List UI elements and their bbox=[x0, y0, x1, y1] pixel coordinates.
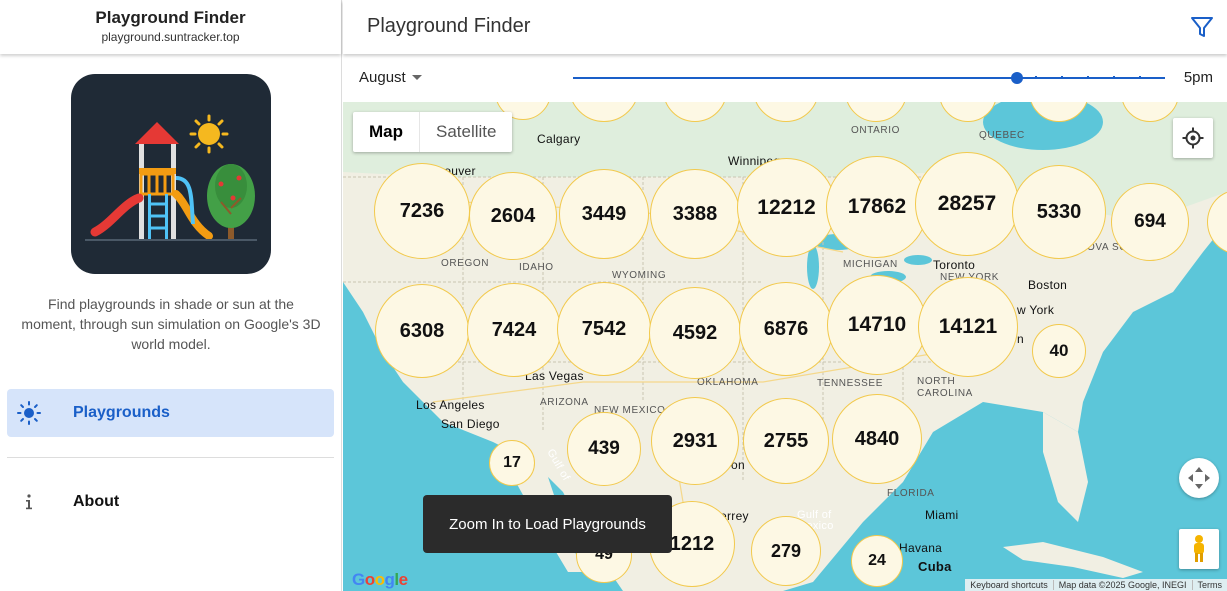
cluster-marker[interactable]: 2755 bbox=[743, 398, 829, 484]
map-type-map-button[interactable]: Map bbox=[353, 112, 419, 152]
map-attribution: Keyboard shortcuts Map data ©2025 Google… bbox=[965, 579, 1227, 591]
app-description: Find playgrounds in shade or sun at the … bbox=[21, 296, 321, 352]
pegman-icon bbox=[1194, 535, 1204, 562]
map-label: FLORIDA bbox=[887, 488, 935, 499]
page-title: Playground Finder bbox=[367, 15, 531, 37]
map-data-credit: Map data ©2025 Google, INEGI bbox=[1052, 580, 1192, 590]
cluster-marker[interactable]: 6876 bbox=[739, 282, 833, 376]
cluster-marker[interactable]: 5330 bbox=[1012, 165, 1106, 259]
map-type-satellite-button[interactable]: Satellite bbox=[419, 112, 512, 152]
map-label: Cuba bbox=[918, 559, 952, 574]
map-label: QUEBEC bbox=[979, 130, 1025, 141]
map-label: San Diego bbox=[441, 417, 500, 431]
move-arrows-icon bbox=[1188, 467, 1210, 489]
map-label: Boston bbox=[1028, 278, 1068, 292]
keyboard-shortcuts-link[interactable]: Keyboard shortcuts bbox=[965, 580, 1053, 590]
map-type-toggle: Map Satellite bbox=[353, 112, 513, 152]
zoom-in-toast: Zoom In to Load Playgrounds bbox=[423, 495, 672, 553]
cluster-marker[interactable]: 24 bbox=[851, 535, 903, 587]
locate-me-button[interactable] bbox=[1173, 118, 1213, 158]
sun-illustration bbox=[189, 114, 229, 154]
map-label: Havana bbox=[899, 541, 943, 555]
cluster-marker[interactable]: 14710 bbox=[827, 275, 927, 375]
filter-icon[interactable] bbox=[1189, 14, 1215, 40]
map-label: TENNESSEE bbox=[817, 378, 883, 389]
street-view-pegman-button[interactable] bbox=[1179, 529, 1219, 569]
map-label: OREGON bbox=[441, 258, 490, 269]
cluster-marker[interactable]: 439 bbox=[567, 412, 641, 486]
map-label: Los Angeles bbox=[416, 398, 485, 412]
nav-item-about[interactable]: About bbox=[7, 478, 334, 526]
app-logo bbox=[71, 74, 271, 274]
playground-illustration bbox=[85, 114, 257, 241]
map-label: n bbox=[1017, 332, 1024, 346]
slider-tick bbox=[1087, 76, 1089, 78]
info-icon bbox=[7, 490, 51, 514]
time-slider-thumb[interactable] bbox=[1011, 72, 1023, 84]
cluster-marker[interactable]: 279 bbox=[751, 516, 821, 586]
map-label: ONTARIO bbox=[851, 125, 901, 136]
sun-icon bbox=[7, 401, 51, 425]
cluster-marker[interactable]: 2931 bbox=[651, 397, 739, 485]
map-label: WYOMING bbox=[612, 270, 667, 281]
month-select[interactable]: August bbox=[359, 69, 422, 86]
cluster-marker[interactable]: 28257 bbox=[915, 152, 1019, 256]
slider-tick bbox=[1035, 76, 1037, 78]
cluster-marker[interactable]: 17862 bbox=[826, 156, 928, 258]
sidebar-header: Playground Finder playground.suntracker.… bbox=[0, 0, 341, 54]
map-label: Toronto bbox=[933, 258, 976, 272]
cluster-marker[interactable]: 694 bbox=[1111, 183, 1189, 261]
map-label: Calgary bbox=[537, 132, 581, 146]
cluster-marker[interactable]: 3449 bbox=[559, 169, 649, 259]
cluster-marker[interactable]: 40 bbox=[1032, 324, 1086, 378]
map-view[interactable]: Calgary ncouver Winnipeg ONTARIO QUEBEC … bbox=[343, 102, 1227, 591]
slider-tick bbox=[1061, 76, 1063, 78]
camera-control-button[interactable] bbox=[1179, 458, 1219, 498]
nav-item-playgrounds[interactable]: Playgrounds bbox=[7, 389, 334, 437]
app-domain: playground.suntracker.top bbox=[101, 30, 240, 44]
cluster-marker[interactable]: 17 bbox=[489, 440, 535, 486]
cluster-marker[interactable]: 14121 bbox=[918, 277, 1018, 377]
map-label: IDAHO bbox=[519, 262, 554, 273]
app-root: Playground Finder playground.suntracker.… bbox=[0, 0, 1227, 591]
cluster-marker[interactable]: 12212 bbox=[737, 158, 836, 257]
controls-bar: August 5pm bbox=[343, 54, 1227, 102]
map-label: OKLAHOMA bbox=[697, 377, 759, 388]
terms-link[interactable]: Terms bbox=[1191, 580, 1227, 590]
map-label: MICHIGAN bbox=[843, 259, 898, 270]
app-title: Playground Finder bbox=[95, 8, 246, 27]
month-value: August bbox=[359, 69, 406, 86]
map-label: NORTH CAROLINA bbox=[917, 376, 973, 399]
sidebar: Playground Finder playground.suntracker.… bbox=[0, 0, 342, 591]
google-logo: Google bbox=[352, 570, 408, 589]
cluster-marker[interactable]: 4840 bbox=[832, 394, 922, 484]
sidebar-divider bbox=[7, 457, 334, 458]
time-value: 5pm bbox=[1183, 69, 1213, 86]
crosshair-icon bbox=[1182, 127, 1204, 149]
cluster-marker[interactable]: 6308 bbox=[375, 284, 469, 378]
nav-label-about: About bbox=[73, 493, 120, 510]
caret-down-icon bbox=[411, 75, 422, 80]
slider-tick bbox=[1139, 76, 1141, 78]
nav-label-playgrounds: Playgrounds bbox=[73, 404, 170, 421]
cluster-marker[interactable]: 4592 bbox=[649, 287, 741, 379]
cluster-marker[interactable]: 7542 bbox=[557, 282, 651, 376]
cluster-marker[interactable]: 7236 bbox=[374, 163, 470, 259]
cluster-marker[interactable]: 7424 bbox=[467, 283, 561, 377]
cluster-marker[interactable]: 2604 bbox=[469, 172, 557, 260]
cluster-marker[interactable]: 3388 bbox=[650, 169, 740, 259]
top-bar: Playground Finder bbox=[343, 0, 1227, 54]
time-slider[interactable] bbox=[573, 72, 1165, 84]
slider-tick bbox=[1113, 76, 1115, 78]
map-label: ARIZONA bbox=[540, 397, 589, 408]
map-label: w York bbox=[1017, 303, 1055, 317]
map-label: Miami bbox=[925, 508, 959, 522]
